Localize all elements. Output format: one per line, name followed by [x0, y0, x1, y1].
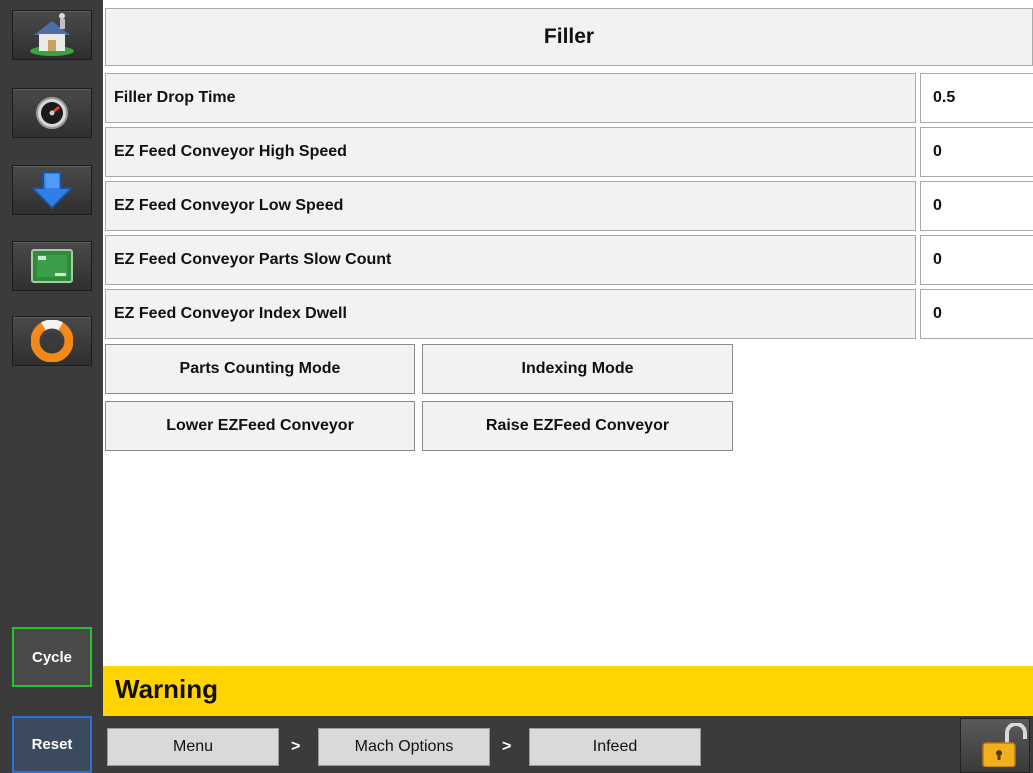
- param-label-filler-drop-time[interactable]: Filler Drop Time: [105, 73, 916, 123]
- breadcrumb-menu[interactable]: Menu: [107, 728, 279, 766]
- param-label-text: EZ Feed Conveyor Index Dwell: [114, 305, 347, 322]
- parts-counting-mode-label: Parts Counting Mode: [179, 360, 341, 377]
- cpu-chip-icon: [29, 247, 75, 285]
- breadcrumb-mach-options-label: Mach Options: [354, 738, 454, 755]
- param-value-filler-drop-time[interactable]: 0.5: [920, 73, 1033, 123]
- param-label-parts-slow-count[interactable]: EZ Feed Conveyor Parts Slow Count: [105, 235, 916, 285]
- reset-button[interactable]: Reset: [12, 716, 92, 773]
- raise-conveyor-label: Raise EZFeed Conveyor: [485, 417, 670, 434]
- home-icon: [26, 13, 78, 57]
- breadcrumb-menu-label: Menu: [172, 738, 214, 755]
- gauge-button[interactable]: [12, 88, 92, 138]
- param-value-text: 0: [933, 305, 942, 322]
- param-label-text: EZ Feed Conveyor High Speed: [114, 143, 347, 160]
- param-value-text: 0: [933, 251, 942, 268]
- help-button[interactable]: [12, 316, 92, 366]
- parts-counting-mode-button[interactable]: Parts Counting Mode: [105, 344, 415, 394]
- download-button[interactable]: [12, 165, 92, 215]
- lock-button[interactable]: [960, 718, 1030, 773]
- breadcrumb: Menu > Mach Options > Infeed: [103, 716, 1033, 773]
- param-label-low-speed[interactable]: EZ Feed Conveyor Low Speed: [105, 181, 916, 231]
- param-label-text: EZ Feed Conveyor Parts Slow Count: [114, 251, 392, 268]
- raise-conveyor-button[interactable]: Raise EZFeed Conveyor: [422, 401, 733, 451]
- lifebuoy-icon: [31, 320, 73, 362]
- lower-conveyor-button[interactable]: Lower EZFeed Conveyor: [105, 401, 415, 451]
- param-value-low-speed[interactable]: 0: [920, 181, 1033, 231]
- param-value-index-dwell[interactable]: 0: [920, 289, 1033, 339]
- page-title: Filler: [105, 8, 1033, 66]
- cycle-button[interactable]: Cycle: [12, 627, 92, 687]
- param-label-text: Filler Drop Time: [114, 89, 236, 106]
- cpu-button[interactable]: [12, 241, 92, 291]
- param-value-text: 0.5: [933, 89, 956, 106]
- indexing-mode-label: Indexing Mode: [521, 360, 634, 377]
- lower-conveyor-label: Lower EZFeed Conveyor: [166, 417, 354, 434]
- warning-text: Warning: [115, 674, 219, 704]
- breadcrumb-infeed[interactable]: Infeed: [529, 728, 701, 766]
- param-value-text: 0: [933, 197, 942, 214]
- breadcrumb-mach-options[interactable]: Mach Options: [318, 728, 490, 766]
- reset-label: Reset: [31, 736, 73, 753]
- page-title-text: Filler: [543, 25, 595, 48]
- cycle-label: Cycle: [31, 648, 73, 666]
- breadcrumb-separator: >: [502, 738, 512, 755]
- param-value-high-speed[interactable]: 0: [920, 127, 1033, 177]
- param-label-index-dwell[interactable]: EZ Feed Conveyor Index Dwell: [105, 289, 916, 339]
- breadcrumb-infeed-label: Infeed: [592, 738, 638, 755]
- gauge-icon: [35, 96, 69, 130]
- param-label-high-speed[interactable]: EZ Feed Conveyor High Speed: [105, 127, 916, 177]
- param-label-text: EZ Feed Conveyor Low Speed: [114, 197, 344, 214]
- breadcrumb-separator: >: [291, 738, 301, 755]
- warning-banner: Warning: [103, 666, 1033, 716]
- param-value-text: 0: [933, 143, 942, 160]
- indexing-mode-button[interactable]: Indexing Mode: [422, 344, 733, 394]
- unlocked-padlock-icon: [981, 722, 1029, 772]
- param-value-parts-slow-count[interactable]: 0: [920, 235, 1033, 285]
- sidebar: Cycle Reset: [0, 0, 103, 773]
- home-button[interactable]: [12, 10, 92, 60]
- download-arrow-icon: [30, 170, 74, 210]
